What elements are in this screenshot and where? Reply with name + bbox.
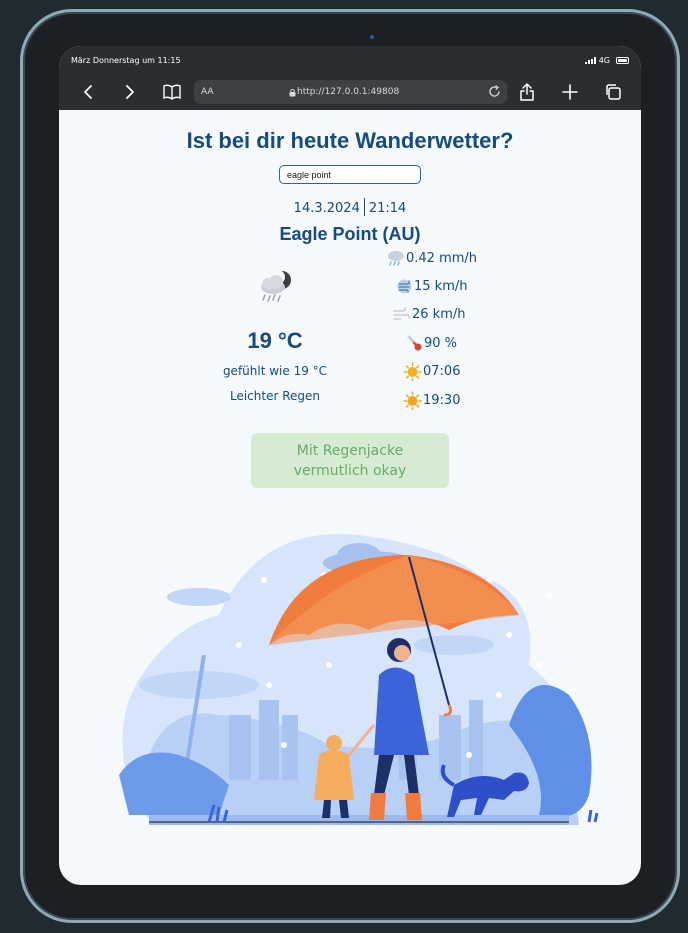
advice-line-1: Mit Regenjacke [296,442,404,459]
status-indicators: 4G [584,55,629,65]
gusts-metric: 26 km/h [392,306,466,323]
lock-icon [289,88,296,97]
tabs-overview-button[interactable] [601,80,625,104]
screen: März Donnerstag um 11:15 4G AA http://12… [59,46,641,885]
sunset-metric: 19:30 [403,391,460,410]
cellular-signal-icon [584,56,596,64]
feels-like: gefühlt wie 19 °C [222,364,328,378]
wind-metric: 15 km/h [396,278,468,295]
back-button[interactable] [76,80,100,104]
cloud-rain-moon-icon [261,270,291,302]
front-camera [370,35,374,39]
date-text: 14.3.2024 [293,201,360,216]
network-type: 4G [598,55,610,65]
page-title: Ist bei dir heute Wanderwetter? [186,128,514,153]
battery-icon [616,56,629,64]
sunset-value: 19:30 [423,393,461,408]
sunrise-value: 07:06 [423,364,461,379]
wind-value: 15 km/h [414,279,468,294]
chevron-left-icon [84,85,92,99]
page-content: Ist bei dir heute Wanderwetter? 14.3.202… [59,110,641,885]
gust-icon [393,307,410,320]
tabs-icon [606,84,621,100]
text-size-button[interactable]: AA [201,87,214,97]
advice-line-2: vermutlich okay [293,462,407,479]
sunrise-icon [403,362,422,381]
book-icon [163,84,181,100]
share-button[interactable] [515,80,539,104]
reload-icon[interactable] [488,85,501,98]
plus-icon [562,84,578,100]
precipitation-metric: 0.42 mm/h [386,250,477,267]
temperature: 19 °C [247,328,303,353]
date-time: 14.3.2024 21:14 [59,198,641,216]
thermometer-icon [407,335,422,351]
precipitation-value: 0.42 mm/h [406,251,478,266]
forward-button[interactable] [118,80,142,104]
rain-walk-illustration [119,534,599,825]
location-search-input[interactable] [279,165,421,184]
reader-button[interactable] [160,80,184,104]
gusts-value: 26 km/h [412,307,466,322]
location-name: Eagle Point (AU) [279,224,421,244]
sunrise-metric: 07:06 [403,362,460,381]
humidity-value: 90 % [424,335,458,351]
sunset-icon [403,391,422,410]
rain-cloud-icon [388,251,404,266]
wind-icon [397,279,412,294]
url-text: http://127.0.0.1:49808 [297,87,400,97]
address-bar[interactable]: AA http://127.0.0.1:49808 [194,80,507,104]
date-time-divider [363,198,365,216]
hiking-advice-box: Mit Regenjacke vermutlich okay [251,433,449,488]
time-text: 21:14 [368,201,407,216]
new-tab-button[interactable] [558,80,582,104]
humidity-metric: 90 % [405,334,457,352]
status-time: März Donnerstag um 11:15 [71,55,181,65]
weather-description: Leichter Regen [229,389,321,403]
share-icon [520,83,534,101]
chevron-right-icon [126,85,134,99]
status-bar: März Donnerstag um 11:15 4G [59,46,641,74]
